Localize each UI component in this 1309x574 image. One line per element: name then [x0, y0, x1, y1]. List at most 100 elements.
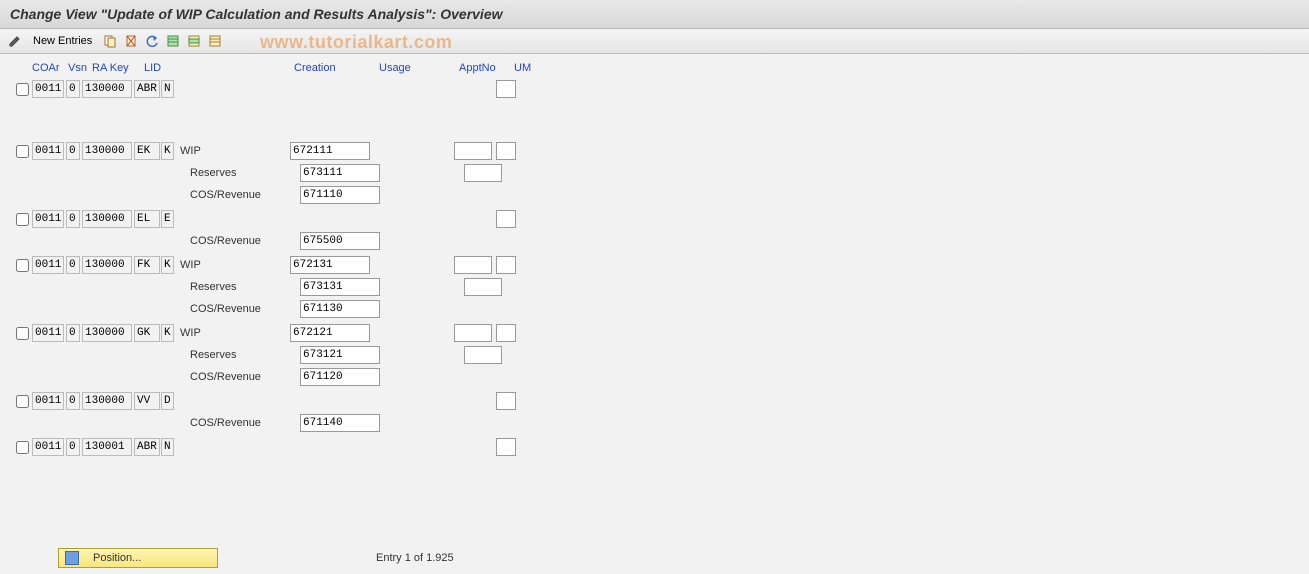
detail-label: COS/Revenue	[186, 235, 300, 247]
creation-field[interactable]	[300, 164, 380, 182]
vsn-field[interactable]	[66, 256, 80, 274]
row-checkbox[interactable]	[16, 259, 29, 272]
creation-field[interactable]	[300, 414, 380, 432]
header-rakey: RA Key	[92, 62, 144, 74]
lid2-field[interactable]	[161, 324, 174, 342]
um-field[interactable]	[496, 392, 516, 410]
watermark: www.tutorialkart.com	[260, 32, 452, 53]
select-block-icon[interactable]	[185, 32, 203, 50]
lid2-field[interactable]	[161, 256, 174, 274]
apptno-field[interactable]	[464, 164, 502, 182]
new-entries-button[interactable]: New Entries	[27, 33, 98, 49]
lid2-field[interactable]	[161, 210, 174, 228]
lid-field[interactable]	[134, 324, 160, 342]
vsn-field[interactable]	[66, 80, 80, 98]
creation-field[interactable]	[290, 256, 370, 274]
position-icon	[65, 551, 79, 565]
detail-label: Reserves	[186, 167, 300, 179]
creation-field[interactable]	[290, 324, 370, 342]
creation-field[interactable]	[290, 142, 370, 160]
lid2-field[interactable]	[161, 80, 174, 98]
lid-field[interactable]	[134, 392, 160, 410]
vsn-field[interactable]	[66, 324, 80, 342]
column-headers: COAr Vsn RA Key LID Creation Usage ApptN…	[10, 62, 1299, 74]
detail-label: COS/Revenue	[186, 417, 300, 429]
rakey-field[interactable]	[82, 438, 132, 456]
lid-field[interactable]	[134, 80, 160, 98]
header-creation: Creation	[294, 62, 379, 74]
creation-field[interactable]	[300, 346, 380, 364]
apptno-field[interactable]	[464, 278, 502, 296]
coar-field[interactable]	[32, 80, 64, 98]
coar-field[interactable]	[32, 210, 64, 228]
row-checkbox[interactable]	[16, 395, 29, 408]
lid-field[interactable]	[134, 438, 160, 456]
detail-label: WIP	[176, 259, 290, 271]
select-all-icon[interactable]	[164, 32, 182, 50]
row-checkbox[interactable]	[16, 441, 29, 454]
lid2-field[interactable]	[161, 438, 174, 456]
creation-field[interactable]	[300, 300, 380, 318]
rakey-field[interactable]	[82, 324, 132, 342]
lid2-field[interactable]	[161, 142, 174, 160]
delete-icon[interactable]	[122, 32, 140, 50]
position-label: Position...	[93, 552, 141, 564]
rakey-field[interactable]	[82, 256, 132, 274]
page-title: Change View "Update of WIP Calculation a…	[0, 0, 1309, 29]
deselect-all-icon[interactable]	[206, 32, 224, 50]
apptno-field[interactable]	[464, 346, 502, 364]
position-button[interactable]: Position...	[58, 548, 218, 568]
detail-label: COS/Revenue	[186, 189, 300, 201]
apptno-field[interactable]	[454, 256, 492, 274]
um-field[interactable]	[496, 324, 516, 342]
um-field[interactable]	[496, 80, 516, 98]
creation-field[interactable]	[300, 278, 380, 296]
header-apptno: ApptNo	[459, 62, 514, 74]
apptno-field[interactable]	[454, 142, 492, 160]
lid-field[interactable]	[134, 256, 160, 274]
vsn-field[interactable]	[66, 210, 80, 228]
row-checkbox[interactable]	[16, 213, 29, 226]
um-field[interactable]	[496, 210, 516, 228]
undo-change-icon[interactable]	[143, 32, 161, 50]
entry-counter: Entry 1 of 1.925	[376, 552, 454, 564]
detail-label: Reserves	[186, 349, 300, 361]
header-coar: COAr	[32, 62, 68, 74]
um-field[interactable]	[496, 256, 516, 274]
toolbar: New Entries www.tutorialkart.com	[0, 29, 1309, 54]
vsn-field[interactable]	[66, 392, 80, 410]
creation-field[interactable]	[300, 368, 380, 386]
toggle-display-change-icon[interactable]	[6, 32, 24, 50]
creation-field[interactable]	[300, 232, 380, 250]
detail-label: COS/Revenue	[186, 371, 300, 383]
coar-field[interactable]	[32, 392, 64, 410]
um-field[interactable]	[496, 142, 516, 160]
header-vsn: Vsn	[68, 62, 92, 74]
detail-label: WIP	[176, 327, 290, 339]
coar-field[interactable]	[32, 438, 64, 456]
lid-field[interactable]	[134, 142, 160, 160]
um-field[interactable]	[496, 438, 516, 456]
lid2-field[interactable]	[161, 392, 174, 410]
creation-field[interactable]	[300, 186, 380, 204]
coar-field[interactable]	[32, 256, 64, 274]
coar-field[interactable]	[32, 142, 64, 160]
footer: Position... Entry 1 of 1.925	[0, 544, 1309, 572]
content-area: COAr Vsn RA Key LID Creation Usage ApptN…	[0, 54, 1309, 458]
apptno-field[interactable]	[454, 324, 492, 342]
rakey-field[interactable]	[82, 210, 132, 228]
header-lid: LID	[144, 62, 178, 74]
detail-label: WIP	[176, 145, 290, 157]
vsn-field[interactable]	[66, 142, 80, 160]
row-checkbox[interactable]	[16, 83, 29, 96]
rakey-field[interactable]	[82, 392, 132, 410]
lid-field[interactable]	[134, 210, 160, 228]
copy-as-icon[interactable]	[101, 32, 119, 50]
row-checkbox[interactable]	[16, 327, 29, 340]
rakey-field[interactable]	[82, 80, 132, 98]
detail-label: Reserves	[186, 281, 300, 293]
coar-field[interactable]	[32, 324, 64, 342]
rakey-field[interactable]	[82, 142, 132, 160]
vsn-field[interactable]	[66, 438, 80, 456]
row-checkbox[interactable]	[16, 145, 29, 158]
